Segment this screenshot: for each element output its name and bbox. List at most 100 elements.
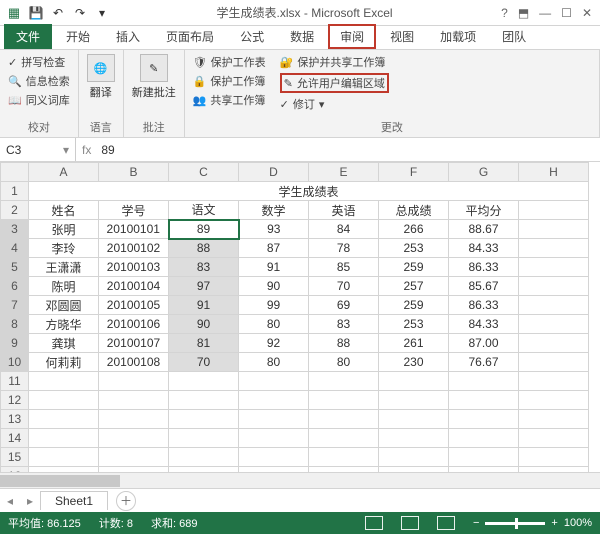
cell[interactable]: 88 <box>169 239 239 258</box>
cell[interactable] <box>519 353 589 372</box>
cell[interactable]: 86.33 <box>449 296 519 315</box>
cell[interactable] <box>449 448 519 467</box>
cell[interactable] <box>449 372 519 391</box>
cell[interactable]: 266 <box>379 220 449 239</box>
cell[interactable] <box>239 391 309 410</box>
row-header[interactable]: 8 <box>1 315 29 334</box>
cell[interactable] <box>99 448 169 467</box>
cell[interactable]: 70 <box>169 353 239 372</box>
cell[interactable] <box>169 391 239 410</box>
cell[interactable] <box>519 296 589 315</box>
cell[interactable]: 20100104 <box>99 277 169 296</box>
cell[interactable]: 何莉莉 <box>29 353 99 372</box>
cell[interactable]: 81 <box>169 334 239 353</box>
cell[interactable]: 69 <box>309 296 379 315</box>
cell[interactable] <box>239 410 309 429</box>
cell[interactable] <box>519 372 589 391</box>
cell[interactable]: 84 <box>309 220 379 239</box>
row-header[interactable]: 16 <box>1 467 29 473</box>
cell[interactable]: 20100105 <box>99 296 169 315</box>
select-all-corner[interactable] <box>1 163 29 182</box>
cell[interactable] <box>169 448 239 467</box>
cell[interactable] <box>519 201 589 220</box>
spellcheck-button[interactable]: ✓拼写检查 <box>8 54 70 70</box>
cell[interactable]: 80 <box>309 353 379 372</box>
zoom-control[interactable]: − + 100% <box>473 517 592 529</box>
sheet-nav-next[interactable]: ▸ <box>20 494 40 508</box>
header-cell[interactable]: 总成绩 <box>379 201 449 220</box>
view-normal-button[interactable] <box>365 516 383 530</box>
tab-data[interactable]: 数据 <box>278 24 326 49</box>
cell[interactable]: 80 <box>239 353 309 372</box>
header-cell[interactable]: 英语 <box>309 201 379 220</box>
cell[interactable]: 257 <box>379 277 449 296</box>
cell[interactable]: 邓圆圆 <box>29 296 99 315</box>
cell[interactable] <box>379 410 449 429</box>
tab-addins[interactable]: 加载项 <box>428 24 488 49</box>
cell[interactable] <box>309 372 379 391</box>
minimize-icon[interactable]: — <box>539 6 551 20</box>
view-pagebreak-button[interactable] <box>437 516 455 530</box>
cell[interactable]: 张明 <box>29 220 99 239</box>
protect-sheet-button[interactable]: 🛡保护工作表 <box>193 54 266 70</box>
thesaurus-button[interactable]: 📖同义词库 <box>8 92 70 108</box>
cell[interactable] <box>519 258 589 277</box>
horizontal-scrollbar[interactable] <box>0 472 600 488</box>
row-header[interactable]: 7 <box>1 296 29 315</box>
table-title-cell[interactable]: 学生成绩表 <box>29 182 589 201</box>
column-header[interactable]: B <box>99 163 169 182</box>
column-header[interactable]: G <box>449 163 519 182</box>
row-header[interactable]: 12 <box>1 391 29 410</box>
cell[interactable]: 方晓华 <box>29 315 99 334</box>
cell[interactable] <box>29 448 99 467</box>
cell[interactable]: 李玲 <box>29 239 99 258</box>
cell[interactable]: 230 <box>379 353 449 372</box>
cell[interactable]: 90 <box>169 315 239 334</box>
cell[interactable] <box>379 429 449 448</box>
save-icon[interactable]: 💾 <box>28 5 44 21</box>
row-header[interactable]: 1 <box>1 182 29 201</box>
fx-icon[interactable]: fx <box>82 143 91 157</box>
cell[interactable]: 253 <box>379 239 449 258</box>
cell[interactable] <box>519 334 589 353</box>
cell[interactable]: 90 <box>239 277 309 296</box>
cell[interactable] <box>519 277 589 296</box>
redo-icon[interactable]: ↷ <box>72 5 88 21</box>
row-header[interactable]: 3 <box>1 220 29 239</box>
row-header[interactable]: 10 <box>1 353 29 372</box>
cell[interactable] <box>29 391 99 410</box>
cell[interactable]: 89 <box>169 220 239 239</box>
column-header[interactable]: C <box>169 163 239 182</box>
cell[interactable] <box>309 448 379 467</box>
cell[interactable] <box>519 315 589 334</box>
cell[interactable]: 78 <box>309 239 379 258</box>
protect-share-button[interactable]: 🔐保护并共享工作簿 <box>280 54 389 70</box>
cell[interactable] <box>309 467 379 473</box>
share-workbook-button[interactable]: 👥共享工作簿 <box>193 92 266 108</box>
cell[interactable]: 20100101 <box>99 220 169 239</box>
column-header[interactable]: H <box>519 163 589 182</box>
research-button[interactable]: 🔍信息检索 <box>8 73 70 89</box>
row-header[interactable]: 2 <box>1 201 29 220</box>
view-pagelayout-button[interactable] <box>401 516 419 530</box>
cell[interactable] <box>29 429 99 448</box>
translate-button[interactable]: 🌐 翻译 <box>87 54 115 100</box>
cell[interactable]: 20100107 <box>99 334 169 353</box>
column-header[interactable]: E <box>309 163 379 182</box>
cell[interactable] <box>29 372 99 391</box>
zoom-in-icon[interactable]: + <box>551 517 557 529</box>
tab-layout[interactable]: 页面布局 <box>154 24 226 49</box>
cell[interactable]: 84.33 <box>449 315 519 334</box>
protect-workbook-button[interactable]: 🔒保护工作簿 <box>193 73 266 89</box>
row-header[interactable]: 9 <box>1 334 29 353</box>
cell[interactable] <box>29 467 99 473</box>
cell[interactable]: 80 <box>239 315 309 334</box>
cell[interactable] <box>169 372 239 391</box>
cell[interactable]: 87.00 <box>449 334 519 353</box>
cell[interactable] <box>519 410 589 429</box>
tab-team[interactable]: 团队 <box>490 24 538 49</box>
cell[interactable] <box>449 467 519 473</box>
maximize-icon[interactable]: ☐ <box>561 6 572 20</box>
cell[interactable]: 91 <box>239 258 309 277</box>
cell[interactable]: 王潇潇 <box>29 258 99 277</box>
